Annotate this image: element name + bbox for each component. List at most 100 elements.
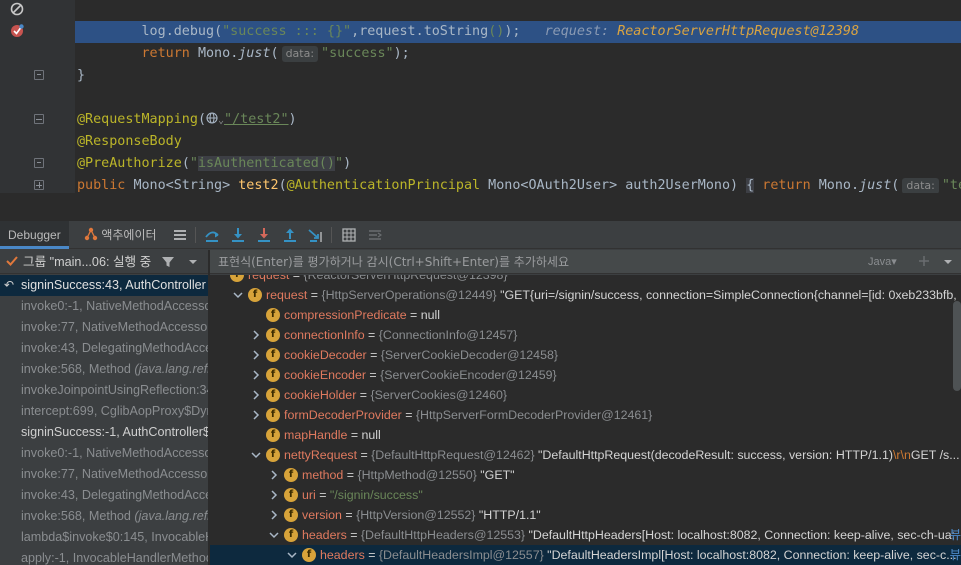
- expand-arrow-down-icon[interactable]: [232, 285, 244, 305]
- stack-frame[interactable]: invoke:43, DelegatingMethodAccessorImpl: [0, 485, 208, 506]
- variable-text: request = {ReactorServerHttpRequest@1239…: [248, 275, 508, 285]
- variable-row[interactable]: f cookieDecoder = {ServerCookieDecoder@12…: [210, 345, 961, 365]
- gutter-line[interactable]: [0, 20, 75, 42]
- variable-row[interactable]: f method = {HttpMethod@12550} "GET": [210, 465, 961, 485]
- stack-frame[interactable]: invoke:568, Method (java.lang.reflect): [0, 359, 208, 380]
- language-selector[interactable]: Java▾: [868, 250, 897, 274]
- return-arrow-icon: ↶: [4, 278, 15, 292]
- tab-debugger[interactable]: Debugger: [0, 221, 69, 249]
- expand-arrow-right-icon[interactable]: [250, 405, 262, 425]
- variable-type: {HttpVersion@12552}: [356, 508, 479, 522]
- expand-arrow-right-icon[interactable]: [268, 485, 280, 505]
- expand-arrow-down-icon[interactable]: [250, 445, 262, 465]
- variable-name: cookieHolder: [284, 388, 357, 402]
- stack-frame[interactable]: signinSuccess:-1, AuthController$$: [0, 422, 208, 443]
- expand-arrow-right-icon[interactable]: [250, 365, 262, 385]
- breakpoint-icon[interactable]: [9, 23, 25, 39]
- fold-end-icon[interactable]: [34, 70, 44, 80]
- stack-frame[interactable]: lambda$invoke$0:145, InvocableH: [0, 527, 208, 548]
- stack-frame[interactable]: invoke:43, DelegatingMethodAccessorImpl: [0, 338, 208, 359]
- expand-arrow-down-icon[interactable]: [286, 545, 298, 565]
- stack-frame[interactable]: ↶ signinSuccess:43, AuthController (: [0, 275, 208, 296]
- fold-end-icon[interactable]: [34, 158, 44, 168]
- stack-frame[interactable]: invoke0:-1, NativeMethodAccessorImpl: [0, 296, 208, 317]
- step-into-icon[interactable]: [255, 226, 273, 244]
- view-link[interactable]: 뷰: [946, 545, 961, 565]
- evaluate-table-icon[interactable]: [340, 226, 358, 244]
- variable-equals: =: [357, 448, 372, 462]
- view-link[interactable]: 뷰: [946, 525, 961, 545]
- variable-row[interactable]: f connectionInfo = {ConnectionInfo@12457}: [210, 325, 961, 345]
- gutter-line[interactable]: [0, 152, 75, 174]
- variable-row[interactable]: f mapHandle = null: [210, 425, 961, 445]
- variable-type: {ServerCookieDecoder@12458}: [380, 348, 558, 362]
- stack-frame[interactable]: invokeJoinpointUsingReflection:343: [0, 380, 208, 401]
- expand-arrow-right-icon[interactable]: [250, 325, 262, 345]
- chevron-down-icon[interactable]: [186, 254, 200, 273]
- variable-text: nettyRequest = {DefaultHttpRequest@12462…: [284, 445, 960, 465]
- code-line-current[interactable]: log.debug("success ::: {}",request.toStr…: [75, 21, 961, 43]
- chevron-down-icon[interactable]: [941, 254, 955, 273]
- variable-text: cookieDecoder = {ServerCookieDecoder@124…: [284, 345, 558, 365]
- stack-frame-package: (java.lang.reflect): [134, 509, 208, 523]
- trace-icon[interactable]: [366, 226, 384, 244]
- code-line[interactable]: @RequestMapping(⌄"/test2"): [75, 109, 961, 131]
- thread-selector[interactable]: 그룹 "main...06: 실행 중: [23, 250, 151, 274]
- variable-row[interactable]: f request = {ReactorServerHttpRequest@123…: [210, 275, 961, 285]
- variables-tree[interactable]: f request = {ReactorServerHttpRequest@123…: [210, 275, 961, 565]
- fold-start-icon[interactable]: [34, 114, 44, 124]
- stack-frame[interactable]: invoke:77, NativeMethodAccessorImpl: [0, 317, 208, 338]
- code-line[interactable]: }: [75, 65, 961, 87]
- code-line[interactable]: return Mono.just(data: "success");: [75, 43, 961, 65]
- code-line[interactable]: @ResponseBody: [75, 131, 961, 153]
- stack-frame-label: invoke:77, NativeMethodAccessorImpl: [21, 320, 208, 334]
- variable-row[interactable]: f version = {HttpVersion@12552} "HTTP/1.1…: [210, 505, 961, 525]
- menu-icon[interactable]: [171, 226, 189, 244]
- variable-row[interactable]: f nettyRequest = {DefaultHttpRequest@1246…: [210, 445, 961, 465]
- variable-name: uri: [302, 488, 316, 502]
- expand-arrow-down-icon[interactable]: [268, 525, 280, 545]
- variable-name: nettyRequest: [284, 448, 358, 462]
- evaluate-input[interactable]: 표현식(Enter)를 평가하거나 감시(Ctrl+Shift+Enter)를 …: [218, 250, 569, 274]
- variable-equals: =: [307, 288, 322, 302]
- variable-row[interactable]: f compressionPredicate = null: [210, 305, 961, 325]
- filter-icon[interactable]: [160, 254, 176, 273]
- add-watch-icon[interactable]: [916, 253, 932, 272]
- expand-arrow-right-icon[interactable]: [250, 345, 262, 365]
- variable-row[interactable]: f request = {HttpServerOperations@12449} …: [210, 285, 961, 305]
- fold-expand-icon[interactable]: [34, 180, 44, 190]
- variable-row[interactable]: f uri = "/signin/success": [210, 485, 961, 505]
- variable-text: compressionPredicate = null: [284, 305, 440, 325]
- variable-row[interactable]: f cookieHolder = {ServerCookies@12460}: [210, 385, 961, 405]
- expand-arrow-right-icon[interactable]: [268, 465, 280, 485]
- expand-arrow-right-icon[interactable]: [268, 505, 280, 525]
- stack-frame[interactable]: invoke0:-1, NativeMethodAccessorImpl: [0, 443, 208, 464]
- stack-frame[interactable]: intercept:699, CglibAopProxy$Dyn: [0, 401, 208, 422]
- code-line[interactable]: @PreAuthorize("isAuthenticated()"): [75, 153, 961, 175]
- stack-frame[interactable]: apply:-1, InvocableHandlerMethod: [0, 548, 208, 565]
- frames-list[interactable]: ↶ signinSuccess:43, AuthController (invok…: [0, 275, 208, 565]
- code-editor[interactable]: log.debug("success ::: {}",request.toStr…: [0, 0, 961, 193]
- editor-gutter[interactable]: [0, 0, 75, 193]
- expand-arrow-right-icon[interactable]: [250, 385, 262, 405]
- gutter-line[interactable]: [0, 64, 75, 86]
- step-over-icon[interactable]: [229, 226, 247, 244]
- variable-row[interactable]: f headers = {DefaultHttpHeaders@12553} "D…: [210, 525, 961, 545]
- tab-actuator[interactable]: 액추에이터: [84, 221, 157, 249]
- show-execution-point-icon[interactable]: [203, 226, 221, 244]
- gutter-line[interactable]: [0, 174, 75, 193]
- variable-row[interactable]: f cookieEncoder = {ServerCookieEncoder@12…: [210, 365, 961, 385]
- variable-row[interactable]: f formDecoderProvider = {HttpServerFormDe…: [210, 405, 961, 425]
- step-out-icon[interactable]: [281, 226, 299, 244]
- mute-breakpoints-icon[interactable]: [9, 1, 25, 17]
- stack-frame[interactable]: invoke:77, NativeMethodAccessorImpl: [0, 464, 208, 485]
- variable-text: headers = {DefaultHeadersImpl@12557} "De…: [320, 545, 957, 565]
- stack-frame[interactable]: invoke:568, Method (java.lang.reflect): [0, 506, 208, 527]
- code-line[interactable]: public Mono<String> test2(@Authenticatio…: [75, 175, 961, 193]
- evaluate-expression-bar[interactable]: 표현식(Enter)를 평가하거나 감시(Ctrl+Shift+Enter)를 …: [210, 250, 961, 274]
- run-to-cursor-icon[interactable]: [307, 226, 325, 244]
- globe-icon[interactable]: [206, 112, 218, 127]
- variable-row[interactable]: f headers = {DefaultHeadersImpl@12557} "D…: [210, 545, 961, 565]
- gutter-line[interactable]: [0, 0, 75, 20]
- gutter-line[interactable]: [0, 108, 75, 130]
